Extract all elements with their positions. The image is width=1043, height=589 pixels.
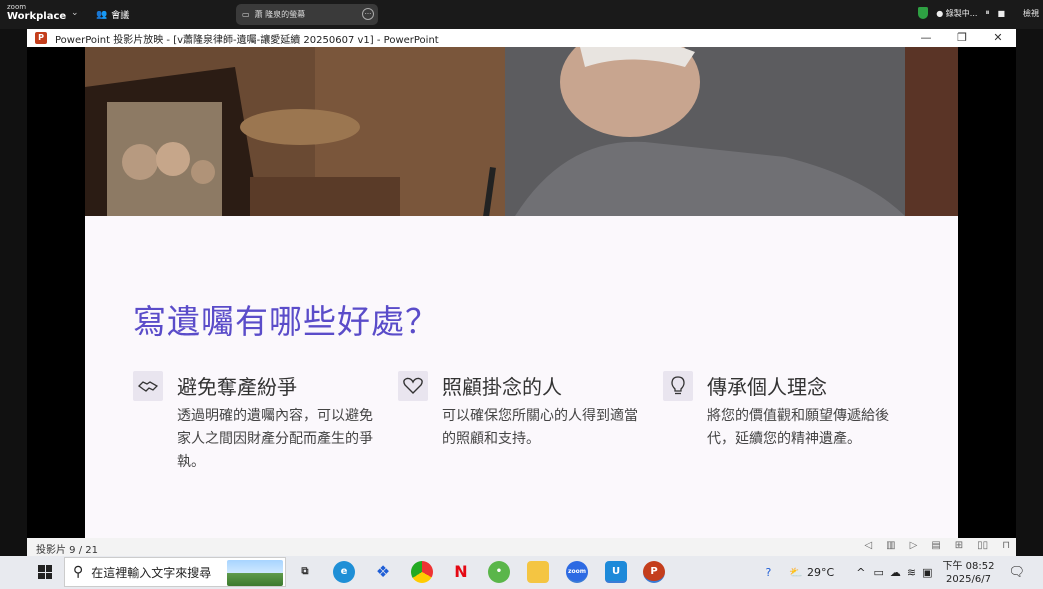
window-title: PowerPoint 投影片放映 - [v蕭隆泉律師-遺囑-讓愛延續 20250… <box>55 34 439 46</box>
wechat-icon[interactable]: • <box>488 561 510 583</box>
task-view-icon[interactable]: ⧉ <box>294 561 316 583</box>
handshake-icon <box>133 371 163 401</box>
wifi-icon[interactable]: ≋ <box>907 566 916 579</box>
slide-counter: 投影片 9 / 21 <box>36 545 98 556</box>
restore-icon[interactable]: ❐ <box>944 29 980 47</box>
benefit-desc: 可以確保您所關心的人得到適當的照顧和支持。 <box>442 408 638 447</box>
next-slide-icon[interactable]: ▷ <box>910 540 918 551</box>
clock-time: 下午 08:52 <box>942 560 995 572</box>
previous-slide-icon[interactable]: ◁ <box>864 540 872 551</box>
window-titlebar: P PowerPoint 投影片放映 - [v蕭隆泉律師-遺囑-讓愛延續 202… <box>27 29 1016 47</box>
heart-icon <box>398 371 428 401</box>
file-explorer-icon[interactable] <box>527 561 549 583</box>
system-tray: ? ⛅ 29°C ^ ▭ ☁ ≋ ▣ 下午 08:52 2025/6/7 🗨 <box>766 556 1043 589</box>
slideshow-statusbar: 投影片 9 / 21 ◁ ▥ ▷ ▤ ⊞ ▯▯ ⊓ <box>27 538 1016 556</box>
powerpoint-app-icon: P <box>35 32 47 44</box>
pause-recording-icon[interactable]: ⏸ <box>985 8 989 18</box>
meeting-button[interactable]: 👥 會議 <box>96 8 130 22</box>
netflix-icon[interactable]: N <box>450 561 472 583</box>
search-highlight-image <box>227 560 283 586</box>
notification-icon[interactable]: 🗨 <box>1008 565 1025 580</box>
people-icon: 👥 <box>96 9 108 20</box>
normal-view-icon[interactable]: ▤ <box>931 540 940 551</box>
reading-view-icon[interactable]: ▯▯ <box>977 540 988 551</box>
chevron-down-icon[interactable]: ⌄ <box>71 8 79 18</box>
slide: 寫遺囑有哪些好處？ 避免奪產紛爭 透過明確的遺囑內容，可以避免家人之間因財產分配… <box>85 47 958 538</box>
benefit-title: 傳承個人理念 <box>707 375 827 399</box>
zoom-right-controls: ● 錄製中... ⏸ ■ 檢視 <box>918 7 1039 19</box>
screen: zoom Workplace ⌄ 👥 會議 ▭ 蕭 隆泉的螢幕 ··· ● 錄製… <box>0 0 1043 589</box>
display-icon[interactable]: ▣ <box>922 566 932 579</box>
slide-photo <box>85 47 958 216</box>
chrome-icon[interactable] <box>411 561 433 583</box>
recording-label: 錄製中... <box>945 8 978 18</box>
shield-icon[interactable] <box>918 7 929 19</box>
powerpoint-taskbar-icon[interactable]: P <box>643 561 665 583</box>
edge-icon[interactable]: e <box>333 561 355 583</box>
slideshow-view-icon[interactable]: ⊓ <box>1002 540 1010 551</box>
zoom-logo[interactable]: zoom Workplace <box>7 4 66 22</box>
screen-icon: ▭ <box>242 10 250 19</box>
cloud-icon[interactable]: ☁ <box>890 566 901 579</box>
slide-sorter-icon[interactable]: ⊞ <box>955 540 963 551</box>
slideshow-controls: ◁ ▥ ▷ ▤ ⊞ ▯▯ ⊓ <box>864 540 1010 551</box>
close-icon[interactable]: ✕ <box>980 29 1016 47</box>
taskbar-clock[interactable]: 下午 08:52 2025/6/7 <box>942 560 994 586</box>
chevron-up-icon[interactable]: ^ <box>856 566 865 579</box>
powerpoint-window: P PowerPoint 投影片放映 - [v蕭隆泉律師-遺囑-讓愛延續 202… <box>27 29 1016 556</box>
battery-icon[interactable]: ▭ <box>873 566 883 579</box>
weather-temp[interactable]: 29°C <box>807 566 834 579</box>
clock-date: 2025/6/7 <box>946 573 991 585</box>
screen-share-indicator[interactable]: ▭ 蕭 隆泉的螢幕 ··· <box>236 4 378 25</box>
dropbox-icon[interactable]: ❖ <box>372 561 394 583</box>
zoom-logo-line2: Workplace <box>7 11 67 22</box>
elderly-man-writing-photo <box>85 47 958 216</box>
benefit-desc: 將您的價值觀和願望傳遞給後代，延續您的精神遺產。 <box>707 408 889 447</box>
help-icon[interactable]: ? <box>766 566 772 579</box>
windows-taskbar: ⚲ 在這裡輸入文字來搜尋 ⧉ e ❖ N • zoom U P ? ⛅ 29°C… <box>0 556 1043 589</box>
taskbar-search[interactable]: ⚲ 在這裡輸入文字來搜尋 <box>64 557 286 587</box>
search-icon: ⚲ <box>73 564 84 580</box>
minimize-icon[interactable]: — <box>908 29 944 47</box>
windows-start-icon[interactable] <box>38 565 52 579</box>
slide-title: 寫遺囑有哪些好處？ <box>133 302 439 341</box>
stop-recording-icon[interactable]: ■ <box>997 9 1005 18</box>
search-placeholder: 在這裡輸入文字來搜尋 <box>91 565 212 580</box>
weather-icon[interactable]: ⛅ <box>789 566 803 579</box>
u-app-icon[interactable]: U <box>605 561 627 583</box>
share-label: 蕭 隆泉的螢幕 <box>254 10 306 19</box>
slide-menu-icon[interactable]: ▥ <box>886 540 895 551</box>
zoom-logo-line1: zoom <box>7 3 27 11</box>
recording-status[interactable]: ● 錄製中... <box>936 8 977 19</box>
benefit-desc: 透過明確的遺囑內容，可以避免家人之間因財產分配而產生的爭執。 <box>177 408 373 470</box>
benefit-title: 避免奪產紛爭 <box>177 375 297 399</box>
window-controls: — ❐ ✕ <box>908 29 1016 47</box>
lightbulb-icon <box>663 371 693 401</box>
meeting-label: 會議 <box>111 11 130 21</box>
zoom-toolbar: zoom Workplace ⌄ 👥 會議 ▭ 蕭 隆泉的螢幕 ··· ● 錄製… <box>0 0 1043 29</box>
more-icon[interactable]: ··· <box>362 8 374 20</box>
benefit-title: 照顧掛念的人 <box>442 375 562 399</box>
view-button[interactable]: 檢視 <box>1023 8 1039 19</box>
zoom-app-icon[interactable]: zoom <box>566 561 588 583</box>
